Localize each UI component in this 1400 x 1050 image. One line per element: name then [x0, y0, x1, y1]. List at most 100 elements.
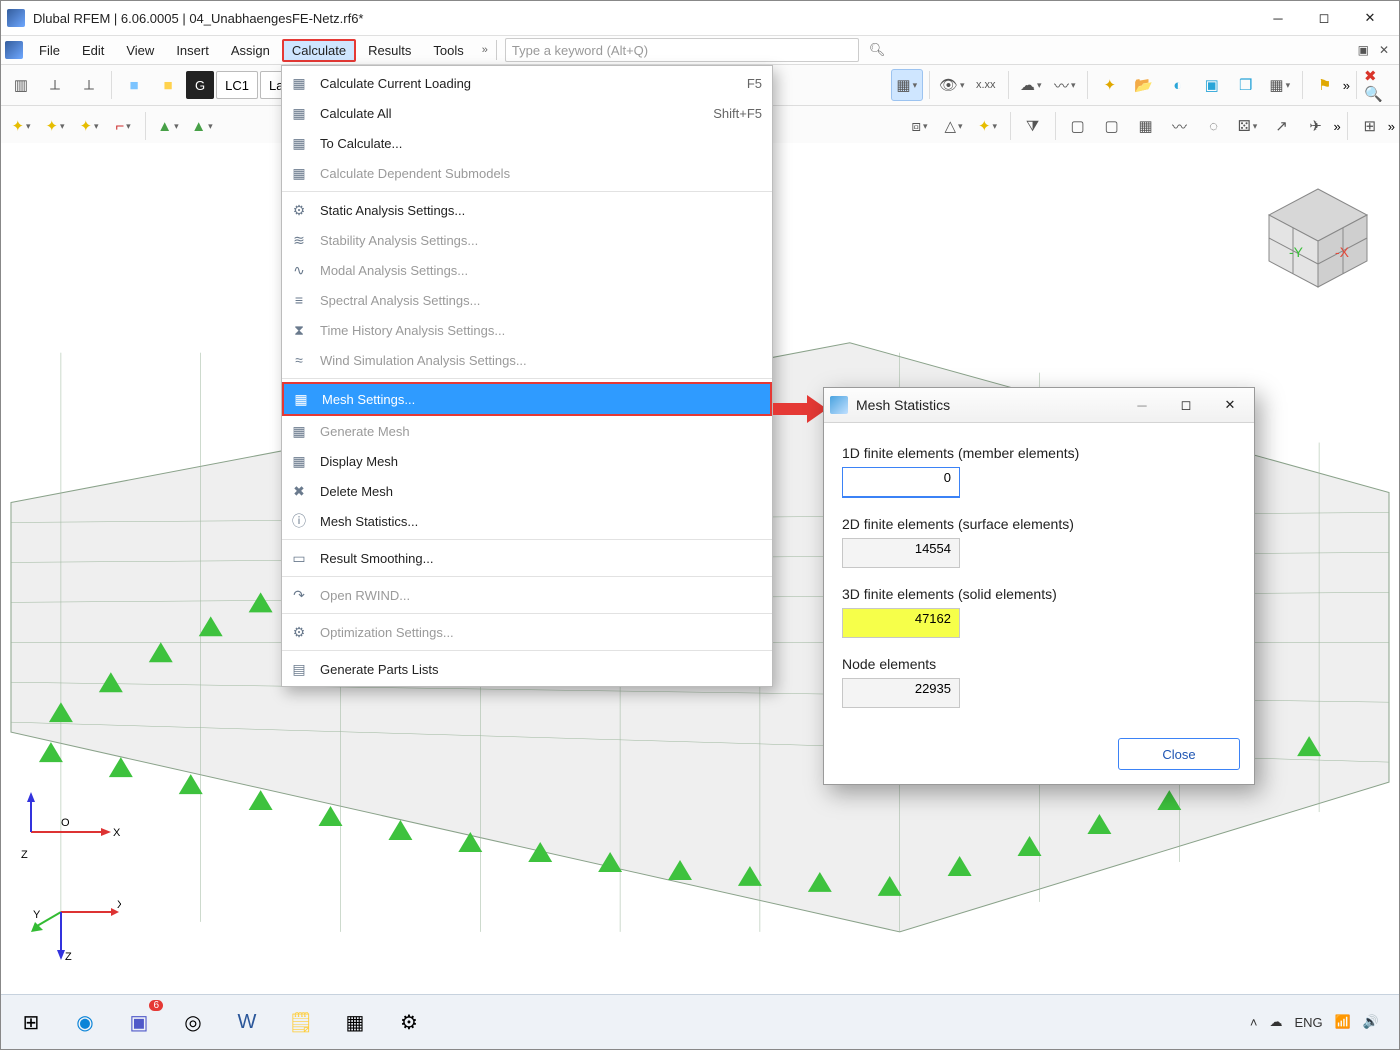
calc-menu-item[interactable]: ▦To Calculate...	[282, 128, 772, 158]
tool-a2-icon[interactable]: ⟂	[39, 69, 71, 101]
toolbar2-overflow-icon[interactable]: »	[1334, 119, 1341, 134]
taskbar-chrome-icon[interactable]: ◎	[171, 1002, 215, 1042]
taskbar-teams-icon[interactable]: ▣	[117, 1002, 161, 1042]
tool-a1-icon[interactable]: ▥	[5, 69, 37, 101]
tool-die-icon[interactable]: ⚄	[1232, 110, 1264, 142]
tool-t5-icon[interactable]: ▲	[152, 110, 184, 142]
tool-wave-icon[interactable]: 〰	[1049, 69, 1081, 101]
dialog-close-action-button[interactable]: Close	[1118, 738, 1240, 770]
tool-t2-icon[interactable]: ✦	[39, 110, 71, 142]
menu-file[interactable]: File	[29, 39, 70, 62]
window-close-button[interactable]: ✕	[1347, 2, 1393, 34]
toolbar2-overflow2-icon[interactable]: »	[1388, 119, 1395, 134]
tray-overflow-icon[interactable]: ˄	[1250, 1015, 1258, 1030]
calc-menu-item[interactable]: ✖Delete Mesh	[282, 476, 772, 506]
tool-b4-icon[interactable]: 〰	[1164, 110, 1196, 142]
tool-t6-icon[interactable]: ▲	[186, 110, 218, 142]
taskbar-notes-icon[interactable]: 🗒	[279, 1002, 323, 1042]
mesh-statistics-dialog: Mesh Statistics ─ ◻ ✕ 1D finite elements…	[823, 387, 1255, 785]
tool-filter-icon[interactable]: ⧩	[1017, 110, 1049, 142]
dialog-minimize-button[interactable]: ─	[1124, 391, 1160, 419]
nav-cube[interactable]: -Y -X	[1263, 183, 1373, 293]
dialog-titlebar[interactable]: Mesh Statistics ─ ◻ ✕	[824, 388, 1254, 423]
fe3d-value[interactable]: 47162	[842, 608, 960, 638]
calc-menu-item[interactable]: ▭Result Smoothing...	[282, 543, 772, 573]
calc-menu-item[interactable]: ▦Calculate AllShift+F5	[282, 98, 772, 128]
tool-open-icon[interactable]: 📂	[1128, 69, 1160, 101]
tool-blue1-icon[interactable]: ◐	[1162, 69, 1194, 101]
tool-color1-icon[interactable]: ■	[118, 69, 150, 101]
dialog-close-button[interactable]: ✕	[1212, 391, 1248, 419]
tool-t4-icon[interactable]: ⌐	[107, 110, 139, 142]
window-minimize-button[interactable]: ─	[1255, 2, 1301, 34]
tool-star2-icon[interactable]: ✦	[972, 110, 1004, 142]
calc-menu-item[interactable]: ▦Display Mesh	[282, 446, 772, 476]
menu-overflow-icon[interactable]: »	[476, 44, 494, 56]
tool-cube-icon[interactable]: ❒	[1230, 69, 1262, 101]
taskbar-start-icon[interactable]: ⊞	[9, 1002, 53, 1042]
dialog-maximize-button[interactable]: ◻	[1168, 391, 1204, 419]
tool-sup-icon[interactable]: △	[938, 110, 970, 142]
calc-menu-item[interactable]: ⚙Static Analysis Settings...	[282, 195, 772, 225]
window-maximize-button[interactable]: ◻	[1301, 2, 1347, 34]
calc-menu-item[interactable]: ⓘMesh Statistics...	[282, 506, 772, 536]
calc-menu-item[interactable]: ▦Calculate Current LoadingF5	[282, 68, 772, 98]
tool-a3-icon[interactable]: ⟂	[73, 69, 105, 101]
calc-menu-item[interactable]: ▦Mesh Settings...	[282, 382, 772, 416]
node-value[interactable]: 22935	[842, 678, 960, 708]
calc-menu-item: ⧗Time History Analysis Settings...	[282, 315, 772, 345]
taskbar-edge-icon[interactable]: ◉	[63, 1002, 107, 1042]
tool-b1-icon[interactable]: ▢	[1062, 110, 1094, 142]
menu-item-label: Modal Analysis Settings...	[320, 263, 468, 278]
tool-frame-icon[interactable]: ⧈	[904, 110, 936, 142]
menu-item-icon: ▦	[288, 72, 310, 94]
search-input[interactable]: Type a keyword (Alt+Q)	[505, 38, 859, 62]
taskbar-rfem-icon[interactable]: ▦	[333, 1002, 377, 1042]
search-icon[interactable]: 🔍︎	[869, 42, 886, 58]
menu-assign[interactable]: Assign	[221, 39, 280, 62]
menu-item-icon: ▦	[288, 102, 310, 124]
tool-delete-icon[interactable]: ✖🔍	[1363, 69, 1395, 101]
menu-item-label: Mesh Settings...	[322, 392, 415, 407]
tool-grid2-icon[interactable]: ⊞	[1354, 110, 1386, 142]
calc-menu-item[interactable]: ▤Generate Parts Lists	[282, 654, 772, 684]
tool-t3-icon[interactable]: ✦	[73, 110, 105, 142]
tool-grid-icon[interactable]: ▦	[891, 69, 923, 101]
tool-b7-icon[interactable]: ✈	[1300, 110, 1332, 142]
tool-color2-icon[interactable]: ■	[152, 69, 184, 101]
tool-b3-icon[interactable]: ▦	[1130, 110, 1162, 142]
tool-add-icon[interactable]: ✦	[1094, 69, 1126, 101]
tool-eye-icon[interactable]: 👁	[936, 69, 968, 101]
tray-language[interactable]: ENG	[1294, 1015, 1322, 1030]
tray-wifi-icon[interactable]: 📶	[1335, 1014, 1351, 1030]
tool-b6-icon[interactable]: ↗	[1266, 110, 1298, 142]
menu-calculate[interactable]: Calculate	[282, 39, 356, 62]
ribbon-close-icon[interactable]: ✕	[1379, 43, 1389, 57]
ribbon-min-icon[interactable]: ▣	[1358, 43, 1369, 57]
toolbar1-overflow-icon[interactable]: »	[1343, 78, 1350, 93]
menu-view[interactable]: View	[116, 39, 164, 62]
pill-lc[interactable]: LC1	[216, 71, 258, 99]
tool-xxx-icon[interactable]: x.xx	[970, 69, 1002, 101]
fe1d-value[interactable]: 0	[842, 467, 960, 498]
pill-g[interactable]: G	[186, 71, 214, 99]
tool-t1-icon[interactable]: ✦	[5, 110, 37, 142]
menu-item-icon: ≋	[288, 229, 310, 251]
tool-cloud-icon[interactable]: ☁	[1015, 69, 1047, 101]
tray-onedrive-icon[interactable]: ☁	[1269, 1014, 1282, 1030]
menu-item-label: Result Smoothing...	[320, 551, 433, 566]
tool-b2-icon[interactable]: ▢	[1096, 110, 1128, 142]
menu-edit[interactable]: Edit	[72, 39, 114, 62]
menu-insert[interactable]: Insert	[166, 39, 219, 62]
taskbar-settings-icon[interactable]: ⚙	[387, 1002, 431, 1042]
tool-blue2-icon[interactable]: ▣	[1196, 69, 1228, 101]
tool-b5-icon[interactable]: ◌	[1198, 110, 1230, 142]
menu-results[interactable]: Results	[358, 39, 421, 62]
tray-volume-icon[interactable]: 🔊	[1363, 1014, 1379, 1030]
menu-tools[interactable]: Tools	[423, 39, 473, 62]
tool-flag-icon[interactable]: ⚑	[1309, 69, 1341, 101]
taskbar-word-icon[interactable]: W	[225, 1002, 269, 1042]
fe3d-label: 3D finite elements (solid elements)	[842, 586, 1236, 602]
tool-misc-icon[interactable]: ▦	[1264, 69, 1296, 101]
fe2d-value[interactable]: 14554	[842, 538, 960, 568]
